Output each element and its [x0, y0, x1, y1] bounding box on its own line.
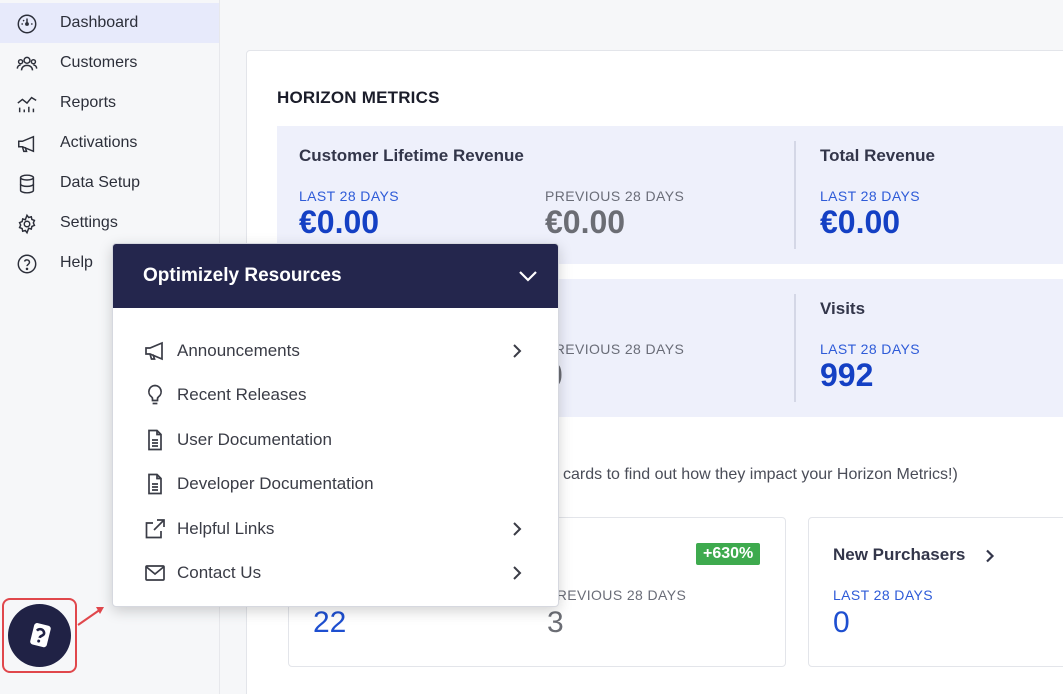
metric-title: Total Revenue [820, 146, 935, 165]
card-prev-value: 3 [547, 606, 564, 639]
help-icon [17, 254, 37, 274]
metric-current-label: LAST 28 DAYS [820, 341, 920, 357]
menu-item-announcements[interactable]: Announcements [113, 331, 558, 371]
menu-item-developer-documentation[interactable]: Developer Documentation [113, 464, 558, 504]
metric-divider [794, 294, 796, 402]
section-title: HORIZON METRICS [277, 88, 440, 107]
sidebar-item-label: Dashboard [60, 14, 139, 31]
megaphone-icon [18, 135, 35, 153]
card-current-label: LAST 28 DAYS [833, 587, 933, 603]
menu-item-label: Helpful Links [177, 519, 275, 538]
document-icon [148, 473, 162, 495]
metric-current-label: LAST 28 DAYS [299, 188, 399, 204]
chevron-down-icon[interactable] [518, 268, 538, 284]
card-current-value: 22 [313, 606, 347, 639]
menu-item-recent-releases[interactable]: Recent Releases [113, 375, 558, 415]
customers-icon [16, 56, 38, 71]
sidebar-item-label: Customers [60, 54, 138, 71]
dashboard-icon [17, 14, 37, 34]
menu-item-label: Developer Documentation [177, 474, 374, 493]
menu-item-helpful-links[interactable]: Helpful Links [113, 509, 558, 549]
sidebar-item-activations[interactable]: Activations [0, 123, 219, 163]
reports-icon [17, 96, 37, 113]
metric-current-value: 992 [820, 357, 874, 393]
card-prev-label: PREVIOUS 28 DAYS [547, 587, 687, 603]
lightbulb-icon [148, 384, 162, 405]
metric-prev-label: PREVIOUS 28 DAYS [545, 188, 685, 204]
popover-header: Optimizely Resources [113, 244, 558, 308]
envelope-icon [145, 565, 165, 581]
chevron-right-icon [513, 522, 522, 536]
menu-item-label: User Documentation [177, 430, 332, 449]
database-icon [19, 174, 35, 194]
metric-current-label: LAST 28 DAYS [820, 188, 920, 204]
sidebar-item-reports[interactable]: Reports [0, 83, 219, 123]
sidebar-item-data-setup[interactable]: Data Setup [0, 163, 219, 203]
sidebar-item-label: Activations [60, 134, 138, 151]
metric-title: Visits [820, 299, 866, 318]
sidebar-item-label: Reports [60, 94, 117, 111]
new-purchasers-card[interactable]: New Purchasers LAST 28 DAYS 0 [808, 517, 1063, 667]
metric-current-value: €0.00 [820, 204, 901, 240]
card-title: New Purchasers [833, 545, 966, 564]
sidebar-item-label: Settings [60, 214, 118, 231]
document-icon [148, 429, 162, 451]
chevron-right-icon [513, 566, 522, 580]
chevron-right-icon [986, 549, 995, 563]
megaphone-icon [145, 341, 163, 361]
sidebar-item-customers[interactable]: Customers [0, 43, 219, 83]
metric-title: Customer Lifetime Revenue [299, 146, 524, 165]
metric-prev-label: PREVIOUS 28 DAYS [545, 341, 685, 357]
metric-divider [794, 141, 796, 249]
menu-item-label: Recent Releases [177, 385, 307, 404]
menu-item-label: Contact Us [177, 563, 262, 582]
sidebar-item-label: Help [60, 254, 93, 271]
external-link-icon [145, 519, 165, 539]
chevron-right-icon [513, 344, 522, 358]
sidebar-item-settings[interactable]: Settings [0, 203, 219, 243]
metric-current-value: €0.00 [299, 204, 380, 240]
growth-badge: +630% [696, 543, 761, 565]
sidebar-item-dashboard[interactable]: Dashboard [0, 3, 219, 43]
sidebar-item-label: Data Setup [60, 174, 141, 191]
metric-prev-value: €0.00 [545, 204, 626, 240]
resources-popover: Optimizely Resources Announcements Recen… [112, 243, 559, 607]
popover-title: Optimizely Resources [143, 265, 342, 286]
resources-help-button[interactable] [8, 604, 71, 667]
hint-text: cards to find out how they impact your H… [563, 466, 958, 483]
menu-item-label: Announcements [177, 341, 300, 360]
menu-item-contact-us[interactable]: Contact Us [113, 553, 558, 593]
pointer-arrow [77, 607, 104, 626]
help-document-icon [29, 622, 51, 647]
gear-icon [18, 213, 36, 235]
menu-item-user-documentation[interactable]: User Documentation [113, 420, 558, 460]
card-current-value: 0 [833, 606, 850, 639]
